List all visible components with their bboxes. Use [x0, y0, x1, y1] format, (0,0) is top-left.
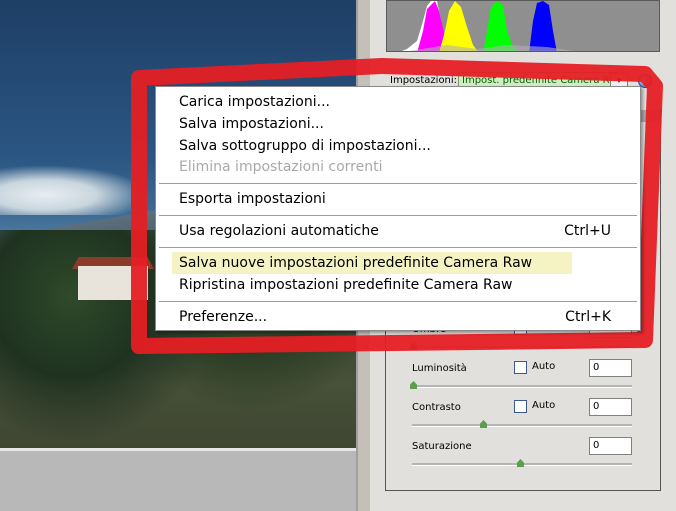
value-field[interactable]: 0	[589, 359, 632, 377]
auto-label: Auto	[532, 361, 556, 372]
auto-checkbox[interactable]	[514, 400, 527, 413]
menu-item-save-subset[interactable]: Salva sottogruppo di impostazioni...	[156, 137, 640, 158]
menu-item-export-settings[interactable]: Esporta impostazioni	[156, 190, 640, 211]
slider-thumb[interactable]	[517, 459, 524, 467]
auto-label: Auto	[532, 400, 556, 411]
auto-checkbox[interactable]	[514, 361, 527, 374]
settings-label: Impostazioni:	[390, 75, 458, 86]
preview-frame	[0, 448, 356, 511]
slider-thumb[interactable]	[480, 420, 487, 428]
menu-separator	[159, 301, 637, 302]
value-field[interactable]: 0	[589, 437, 632, 455]
shortcut-label: Ctrl+U	[564, 223, 611, 239]
slider-thumb[interactable]	[410, 342, 417, 350]
slider-row-luminosita: Luminosità Auto 0	[410, 359, 640, 399]
slider-track[interactable]	[412, 385, 632, 388]
slider-label: Contrasto	[412, 402, 461, 413]
menu-item-save-new-defaults[interactable]: Salva nuove impostazioni predefinite Cam…	[156, 252, 640, 275]
menu-item-load-settings[interactable]: Carica impostazioni...	[156, 93, 640, 114]
slider-row-saturazione: Saturazione 0	[410, 437, 640, 477]
slider-row-contrasto: Contrasto Auto 0	[410, 398, 640, 438]
value-field[interactable]: 0	[589, 398, 632, 416]
shortcut-label: Ctrl+K	[565, 309, 611, 325]
histogram	[386, 0, 660, 52]
settings-context-menu: Carica impostazioni... Salva impostazion…	[155, 86, 641, 331]
slider-label: Saturazione	[412, 441, 472, 452]
menu-item-reset-defaults[interactable]: Ripristina impostazioni predefinite Came…	[156, 276, 640, 297]
slider-thumb[interactable]	[410, 381, 417, 389]
menu-item-auto-adjust[interactable]: Usa regolazioni automatiche Ctrl+U	[156, 222, 640, 243]
menu-separator	[159, 183, 637, 184]
menu-separator	[159, 215, 637, 216]
menu-item-save-settings[interactable]: Salva impostazioni...	[156, 115, 640, 136]
house	[78, 266, 148, 300]
slider-label: Luminosità	[412, 363, 467, 374]
slider-track[interactable]	[412, 346, 632, 349]
menu-item-preferences[interactable]: Preferenze... Ctrl+K	[156, 308, 640, 329]
menu-item-delete-settings: Elimina impostazioni correnti	[179, 159, 383, 175]
slider-track[interactable]	[412, 424, 632, 427]
menu-separator	[159, 247, 637, 248]
